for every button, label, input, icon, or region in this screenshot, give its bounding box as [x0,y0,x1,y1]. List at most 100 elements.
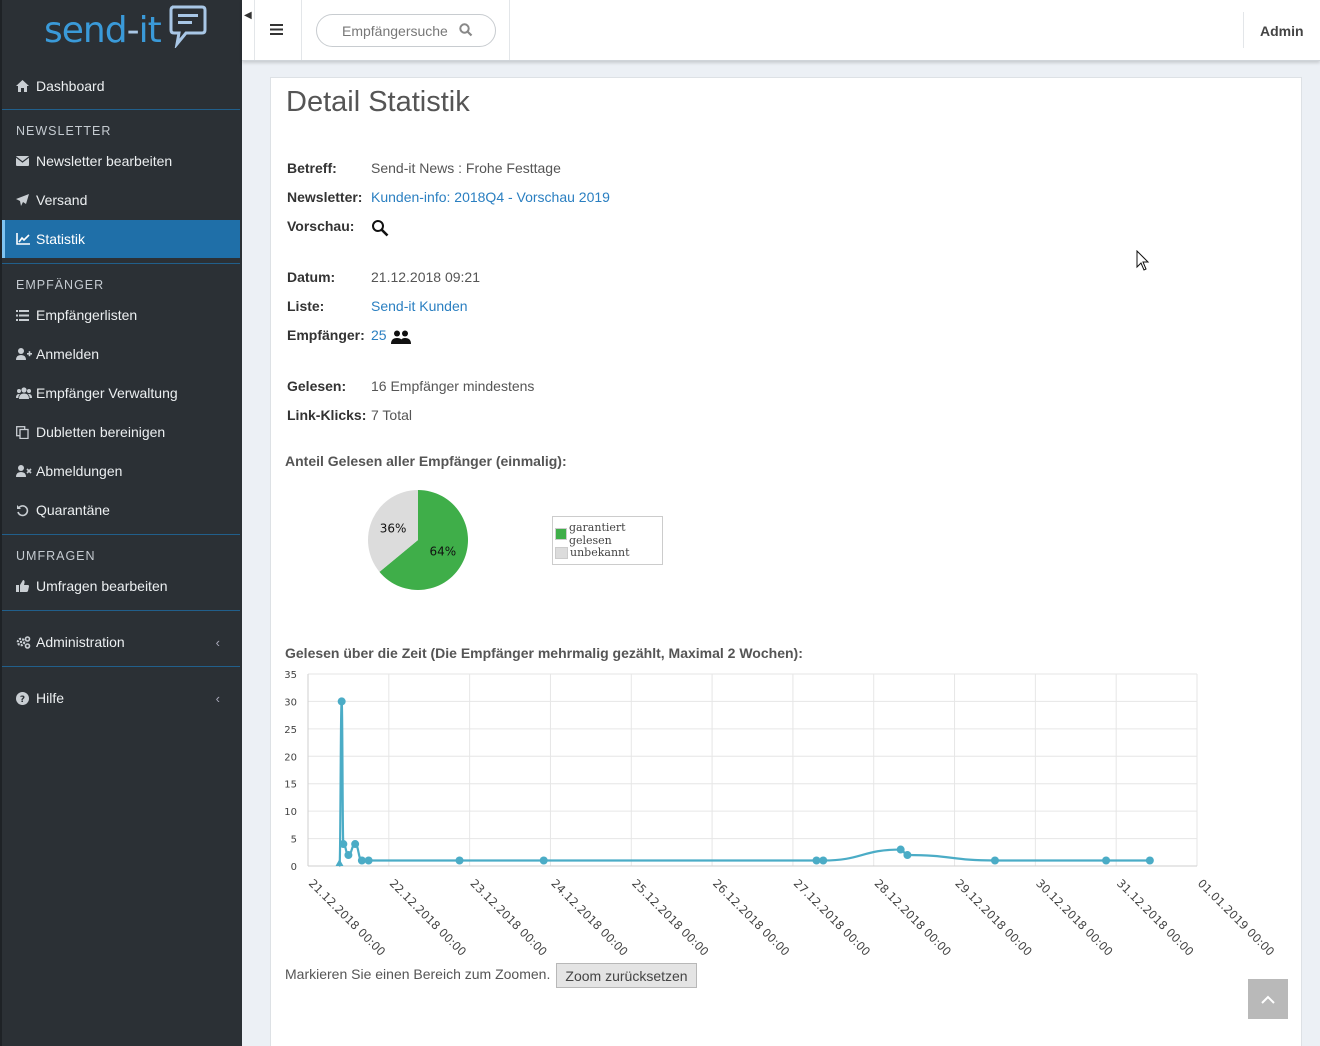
data-point[interactable] [337,697,346,706]
undo-icon [16,504,36,517]
sidebar-item-label: Anmelden [36,346,100,362]
line-chart-icon [16,233,36,245]
data-point[interactable] [1102,856,1111,865]
data-point[interactable] [364,856,373,865]
y-tick-label: 0 [291,862,297,873]
chevron-left-icon: ‹ [215,634,220,650]
betreff-label: Betreff: [287,160,337,176]
x-tick-label: 22.12.2018 00:00 [387,876,469,958]
sidebar-item-label: Umfragen bearbeiten [36,578,168,594]
topbar-divider [254,0,255,60]
menu-toggle-icon[interactable] [270,22,283,40]
chevron-left-icon: ‹ [215,690,220,706]
legend-label: unbekannt [570,546,630,559]
data-point[interactable] [339,840,348,849]
data-point[interactable] [1145,856,1154,865]
svg-text:?: ? [20,695,25,705]
sidebar-item-label: Dubletten bereinigen [36,424,166,440]
sidebar-item-label: Empfänger Verwaltung [36,385,178,401]
sidebar-item-label: Abmeldungen [36,463,123,479]
logo-text: send-it [44,10,162,51]
y-tick-label: 15 [284,780,297,791]
sidebar-item-hilfe[interactable]: ? Hilfe ‹ [2,679,240,717]
sidebar-item-administration[interactable]: Administration ‹ [2,623,240,661]
sidebar-item-label: Hilfe [36,690,65,706]
betreff-value: Send-it News : Frohe Festtage [371,160,561,176]
sidebar-item-dashboard[interactable]: Dashboard [2,67,240,105]
data-point[interactable] [896,845,905,854]
data-point[interactable] [539,856,548,865]
data-point[interactable] [351,840,360,849]
sidebar-item-anmelden[interactable]: Anmelden [2,335,240,373]
sidebar-item-label: Dashboard [36,78,105,94]
sidebar-item-statistik[interactable]: Statistik [2,220,240,258]
search-input[interactable]: Empfängersuche [316,14,496,47]
thumbs-up-icon [16,580,36,592]
sidebar-item-label: Empfängerlisten [36,307,138,323]
sidebar-item-abmeldungen[interactable]: Abmeldungen [2,452,240,490]
sidebar-divider [2,610,240,611]
data-point[interactable] [344,851,353,860]
sidebar-item-quarantaene[interactable]: Quarantäne [2,491,240,529]
sidebar-item-label: Statistik [36,231,86,247]
caret-left-icon[interactable]: ◀ [244,10,252,21]
data-point[interactable] [903,851,912,860]
sidebar-item-dubletten[interactable]: Dubletten bereinigen [2,413,240,451]
sidebar-divider [2,534,240,535]
zoom-reset-button[interactable]: Zoom zurücksetzen [556,963,697,988]
sidebar-item-versand[interactable]: Versand [2,181,240,219]
sidebar-item-empfaengerlisten[interactable]: Empfängerlisten [2,296,240,334]
x-tick-label: 23.12.2018 00:00 [468,876,550,958]
empfaenger-count-link[interactable]: 25 [371,327,387,343]
user-menu[interactable]: Admin [1260,23,1304,39]
users-icon [16,387,36,399]
app-logo[interactable]: send-it [2,0,242,62]
people-icon[interactable] [391,330,411,347]
x-tick-label: 27.12.2018 00:00 [791,876,873,958]
y-tick-label: 10 [284,807,297,818]
paper-plane-icon [16,194,36,206]
linkklicks-value: 7 Total [371,407,412,423]
sidebar-divider [2,109,240,110]
pie-legend: garantiert gelesen unbekannt [552,516,663,565]
topbar-divider [509,0,510,60]
y-tick-label: 35 [284,670,297,681]
y-tick-label: 5 [291,835,297,846]
line-chart-heading: Gelesen über die Zeit (Die Empfänger meh… [285,645,803,661]
sidebar-divider [2,263,240,264]
legend-item: unbekannt [555,546,630,559]
legend-swatch-unknown [555,546,568,559]
data-point[interactable] [335,859,344,866]
x-tick-label: 30.12.2018 00:00 [1033,876,1115,958]
legend-swatch-read [555,528,567,540]
data-point[interactable] [990,856,999,865]
data-point[interactable] [455,856,464,865]
sidebar-item-label: Versand [36,192,88,208]
x-tick-label: 24.12.2018 00:00 [548,876,630,958]
section-heading-umfragen: UMFRAGEN [16,549,96,563]
vorschau-label: Vorschau: [287,218,355,234]
y-tick-label: 30 [284,697,297,708]
sidebar-item-empfaenger-verwaltung[interactable]: Empfänger Verwaltung [2,374,240,412]
sidebar-item-umfragen-edit[interactable]: Umfragen bearbeiten [2,567,240,605]
pie-chart-heading: Anteil Gelesen aller Empfänger (einmalig… [285,453,567,469]
zoom-hint: Markieren Sie einen Bereich zum Zoomen. [285,966,551,982]
newsletter-label: Newsletter: [287,189,363,205]
datum-value: 21.12.2018 09:21 [371,269,480,285]
scroll-to-top-button[interactable] [1248,979,1288,1019]
user-plus-icon [16,348,36,360]
preview-magnifier-icon[interactable] [371,219,389,240]
y-tick-label: 20 [284,752,297,763]
question-circle-icon: ? [16,691,36,705]
search-icon [459,23,473,37]
newsletter-link[interactable]: Kunden-info: 2018Q4 - Vorschau 2019 [371,189,610,205]
gears-icon [16,635,36,649]
x-tick-label: 31.12.2018 00:00 [1114,876,1196,958]
data-point[interactable] [819,856,828,865]
liste-label: Liste: [287,298,325,314]
sidebar-item-newsletter-edit[interactable]: Newsletter bearbeiten [2,142,240,180]
x-tick-label: 26.12.2018 00:00 [710,876,792,958]
home-icon [16,80,36,92]
topbar-divider [1243,12,1244,48]
liste-link[interactable]: Send-it Kunden [371,298,468,314]
